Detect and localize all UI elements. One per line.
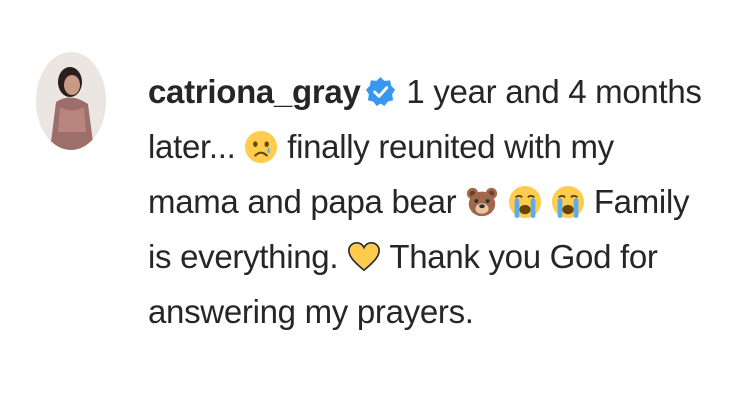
caption-text-6: is everything. <box>148 238 339 275</box>
verified-badge-icon <box>365 76 396 107</box>
bear-face-emoji-icon <box>465 185 499 219</box>
caption-text-1: 1 year and 4 months <box>406 73 702 110</box>
loudly-crying-face-emoji-icon <box>508 185 542 219</box>
caption-text-8: answering my prayers. <box>148 293 474 330</box>
avatar[interactable] <box>36 52 106 150</box>
caption-text-3: finally reunited with my <box>287 128 614 165</box>
loudly-crying-face-emoji-icon <box>551 185 585 219</box>
sad-face-emoji-icon <box>244 130 278 164</box>
yellow-heart-emoji-icon <box>347 240 381 274</box>
caption-text-7: Thank you God for <box>389 238 658 275</box>
username-link[interactable]: catriona_gray <box>148 73 361 110</box>
caption-text-5: Family <box>593 183 690 220</box>
caption-text-2: later... <box>148 128 236 165</box>
caption-text-4: mama and papa bear <box>148 183 457 220</box>
comment-caption: catriona_gray 1 year and 4 months later.… <box>148 64 728 339</box>
